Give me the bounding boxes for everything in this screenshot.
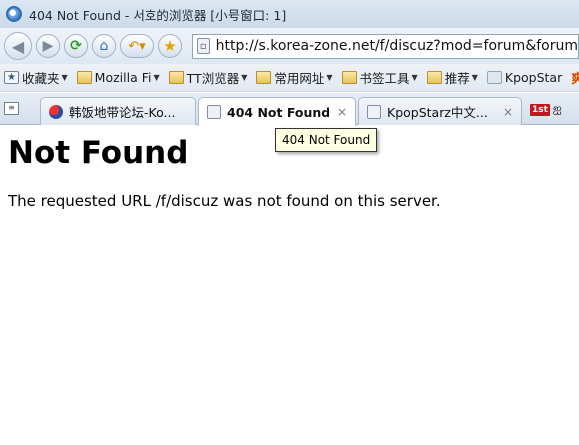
refresh-icon: ⟳: [70, 38, 82, 54]
bookmark-label: 收藏夹: [22, 71, 60, 86]
tab-404-not-found[interactable]: 404 Not Found ×: [198, 97, 356, 126]
back-button[interactable]: ◀: [4, 32, 32, 60]
bookmark-overflow-item[interactable]: 爽: [571, 68, 579, 87]
kpopstar-icon: [486, 71, 502, 84]
chevron-down-icon: ▼: [411, 73, 418, 82]
bookmark-label: 推荐: [444, 71, 470, 86]
back-arrow-icon: ◀: [11, 36, 25, 56]
home-icon: ⌂: [99, 38, 109, 54]
tab-list-icon[interactable]: ≡: [4, 102, 19, 115]
close-icon[interactable]: ×: [329, 105, 347, 119]
undo-icon: ↶▾: [128, 38, 146, 54]
window-title: 404 Not Found - 서호的浏览器 [小号窗口: 1]: [29, 7, 287, 23]
chevron-down-icon: ▼: [471, 73, 478, 82]
korea-flag-icon: [49, 104, 63, 119]
browser-window: 404 Not Found - 서호的浏览器 [小号窗口: 1] ◀ ▶ ⟳ ⌂…: [0, 0, 579, 445]
bookmark-label: 常用网址: [274, 71, 325, 86]
title-bar: 404 Not Found - 서호的浏览器 [小号窗口: 1]: [0, 0, 579, 28]
bookmarks-bar: ★ 收藏夹 ▼ Mozilla Fi ▼ TT浏览器 ▼ 常用网址 ▼ 书签工具…: [0, 64, 579, 92]
chevron-down-icon: ▼: [326, 73, 333, 82]
tab-korea-forum[interactable]: 韩饭地带论坛-Ko...: [40, 97, 196, 125]
bookmark-tt-browser[interactable]: TT浏览器 ▼: [168, 68, 248, 87]
page-icon: ▫: [197, 38, 210, 54]
bookmark-mozilla[interactable]: Mozilla Fi ▼: [76, 70, 160, 85]
home-button[interactable]: ⌂: [92, 34, 116, 58]
address-bar[interactable]: ▫ http://s.korea-zone.net/f/discuz?mod=f…: [192, 33, 579, 59]
browser-logo-icon: [6, 6, 22, 22]
forward-button[interactable]: ▶: [36, 34, 60, 58]
page-icon: [207, 105, 221, 119]
folder-icon: [168, 71, 184, 84]
folder-icon: [426, 71, 442, 84]
bookmark-label: Mozilla Fi: [94, 70, 152, 85]
chevron-down-icon: ▼: [153, 73, 160, 82]
bookmark-tools[interactable]: 书签工具 ▼: [341, 68, 418, 87]
close-icon[interactable]: ×: [495, 105, 513, 119]
tab-tooltip: 404 Not Found: [275, 128, 378, 152]
chevron-down-icon: ▼: [241, 73, 248, 82]
tab-kpopstarz[interactable]: KpopStarz中文... ×: [358, 97, 522, 125]
forward-arrow-icon: ▶: [42, 38, 54, 54]
bookmark-kpopstar[interactable]: KpopStar: [486, 70, 563, 85]
page-icon: [367, 104, 381, 119]
tab-overflow[interactable]: 1st ஐ: [530, 102, 562, 117]
bookmark-label: TT浏览器: [186, 71, 240, 86]
tab-label: 404 Not Found: [227, 104, 329, 120]
favorites-icon: ★: [4, 71, 19, 84]
bookmark-favorites[interactable]: ★ 收藏夹 ▼: [4, 68, 68, 87]
tab-label: 韩饭地带论坛-Ko...: [69, 105, 176, 120]
star-icon: ★: [163, 37, 177, 55]
tab-label: KpopStarz中文...: [387, 105, 488, 120]
folder-icon: [76, 71, 92, 84]
add-favorite-button[interactable]: ★: [158, 34, 182, 58]
error-message: The requested URL /f/discuz was not foun…: [8, 192, 441, 210]
folder-icon: [341, 71, 357, 84]
navigation-toolbar: ◀ ▶ ⟳ ⌂ ↶▾ ★ ▫ http://s.korea-zone.net/f…: [0, 28, 579, 64]
url-text[interactable]: http://s.korea-zone.net/f/discuz?mod=for…: [216, 38, 578, 54]
refresh-button[interactable]: ⟳: [64, 34, 88, 58]
bookmark-common-sites[interactable]: 常用网址 ▼: [256, 68, 333, 87]
tab-overflow-text: ஐ: [552, 102, 562, 115]
chevron-down-icon: ▼: [61, 73, 68, 82]
bookmark-recommended[interactable]: 推荐 ▼: [426, 68, 478, 87]
undo-close-tab-button[interactable]: ↶▾: [120, 34, 154, 58]
bookmark-label: KpopStar: [504, 70, 563, 85]
bookmark-label: 书签工具: [359, 71, 410, 86]
first-badge-icon: 1st: [530, 103, 550, 116]
tab-strip: ≡ 韩饭地带论坛-Ko... 404 Not Found × KpopStarz…: [0, 93, 579, 126]
folder-icon: [256, 71, 272, 84]
